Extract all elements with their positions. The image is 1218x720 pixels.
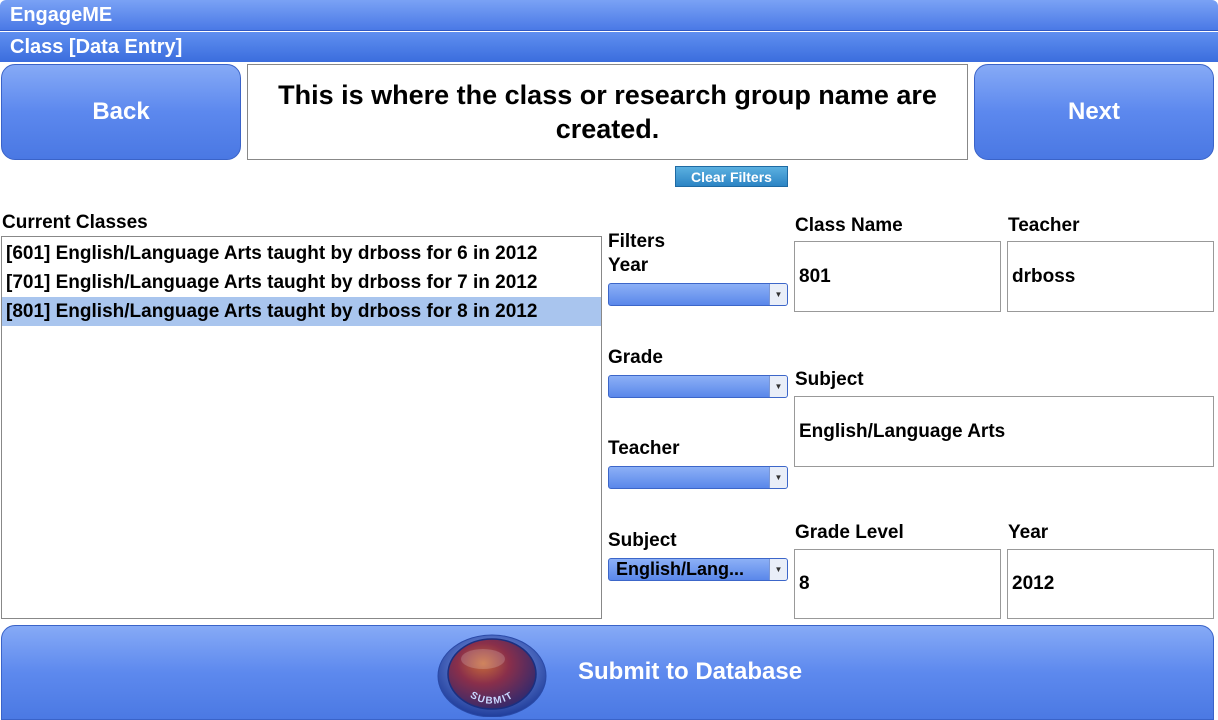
class-name-value: 801 — [799, 265, 831, 287]
grade-filter-label: Grade — [608, 347, 663, 368]
page-title: Class [Data Entry] — [10, 36, 183, 58]
grade-level-field[interactable]: 8 — [794, 549, 1001, 619]
class-name-label: Class Name — [795, 215, 903, 236]
page-title-bar: Class [Data Entry] — [0, 32, 1218, 62]
subject-filter-select[interactable]: English/Lang... ▼ — [608, 558, 788, 581]
year-value: 2012 — [1012, 573, 1055, 594]
back-button[interactable]: Back — [1, 64, 241, 160]
class-list-item-selected[interactable]: [801] English/Language Arts taught by dr… — [2, 297, 601, 326]
year-filter-select[interactable]: ▼ — [608, 283, 788, 306]
subject-filter-value: English/Lang... — [616, 559, 745, 579]
filters-heading: Filters — [608, 231, 666, 252]
submit-to-database-label: Submit to Database — [578, 658, 803, 685]
grade-filter-select[interactable]: ▼ — [608, 375, 788, 398]
chevron-down-icon: ▼ — [769, 376, 787, 397]
teacher-filter-select[interactable]: ▼ — [608, 466, 788, 489]
chevron-down-icon: ▼ — [769, 467, 787, 488]
teacher-value: drboss — [1012, 265, 1076, 287]
clear-filters-button[interactable]: Clear Filters — [675, 166, 788, 187]
class-name-field[interactable]: 801 — [794, 241, 1001, 312]
year-filter-label: Year — [608, 255, 649, 276]
class-list-item[interactable]: [701] English/Language Arts taught by dr… — [2, 268, 601, 297]
grade-level-value: 8 — [799, 573, 810, 594]
app-title: EngageME — [10, 4, 113, 26]
app-title-bar: EngageME — [0, 0, 1218, 31]
chevron-down-icon: ▼ — [769, 284, 787, 305]
submit-orb-icon[interactable]: SUBMIT — [437, 631, 547, 717]
current-classes-label: Current Classes — [2, 212, 148, 233]
chevron-down-icon: ▼ — [769, 559, 787, 580]
info-message: This is where the class or research grou… — [247, 64, 968, 160]
current-classes-list[interactable]: [601] English/Language Arts taught by dr… — [1, 236, 602, 619]
teacher-filter-label: Teacher — [608, 438, 680, 459]
grade-level-label: Grade Level — [795, 522, 904, 543]
subject-field[interactable]: English/Language Arts — [794, 396, 1214, 467]
teacher-field[interactable]: drboss — [1007, 241, 1214, 312]
subject-filter-label: Subject — [608, 530, 677, 551]
year-field[interactable]: 2012 — [1007, 549, 1214, 619]
subject-label: Subject — [795, 369, 864, 390]
next-button[interactable]: Next — [974, 64, 1214, 160]
class-list-item[interactable]: [601] English/Language Arts taught by dr… — [2, 239, 601, 268]
teacher-label: Teacher — [1008, 215, 1080, 236]
subject-value: English/Language Arts — [799, 420, 1006, 442]
year-label: Year — [1008, 522, 1049, 543]
